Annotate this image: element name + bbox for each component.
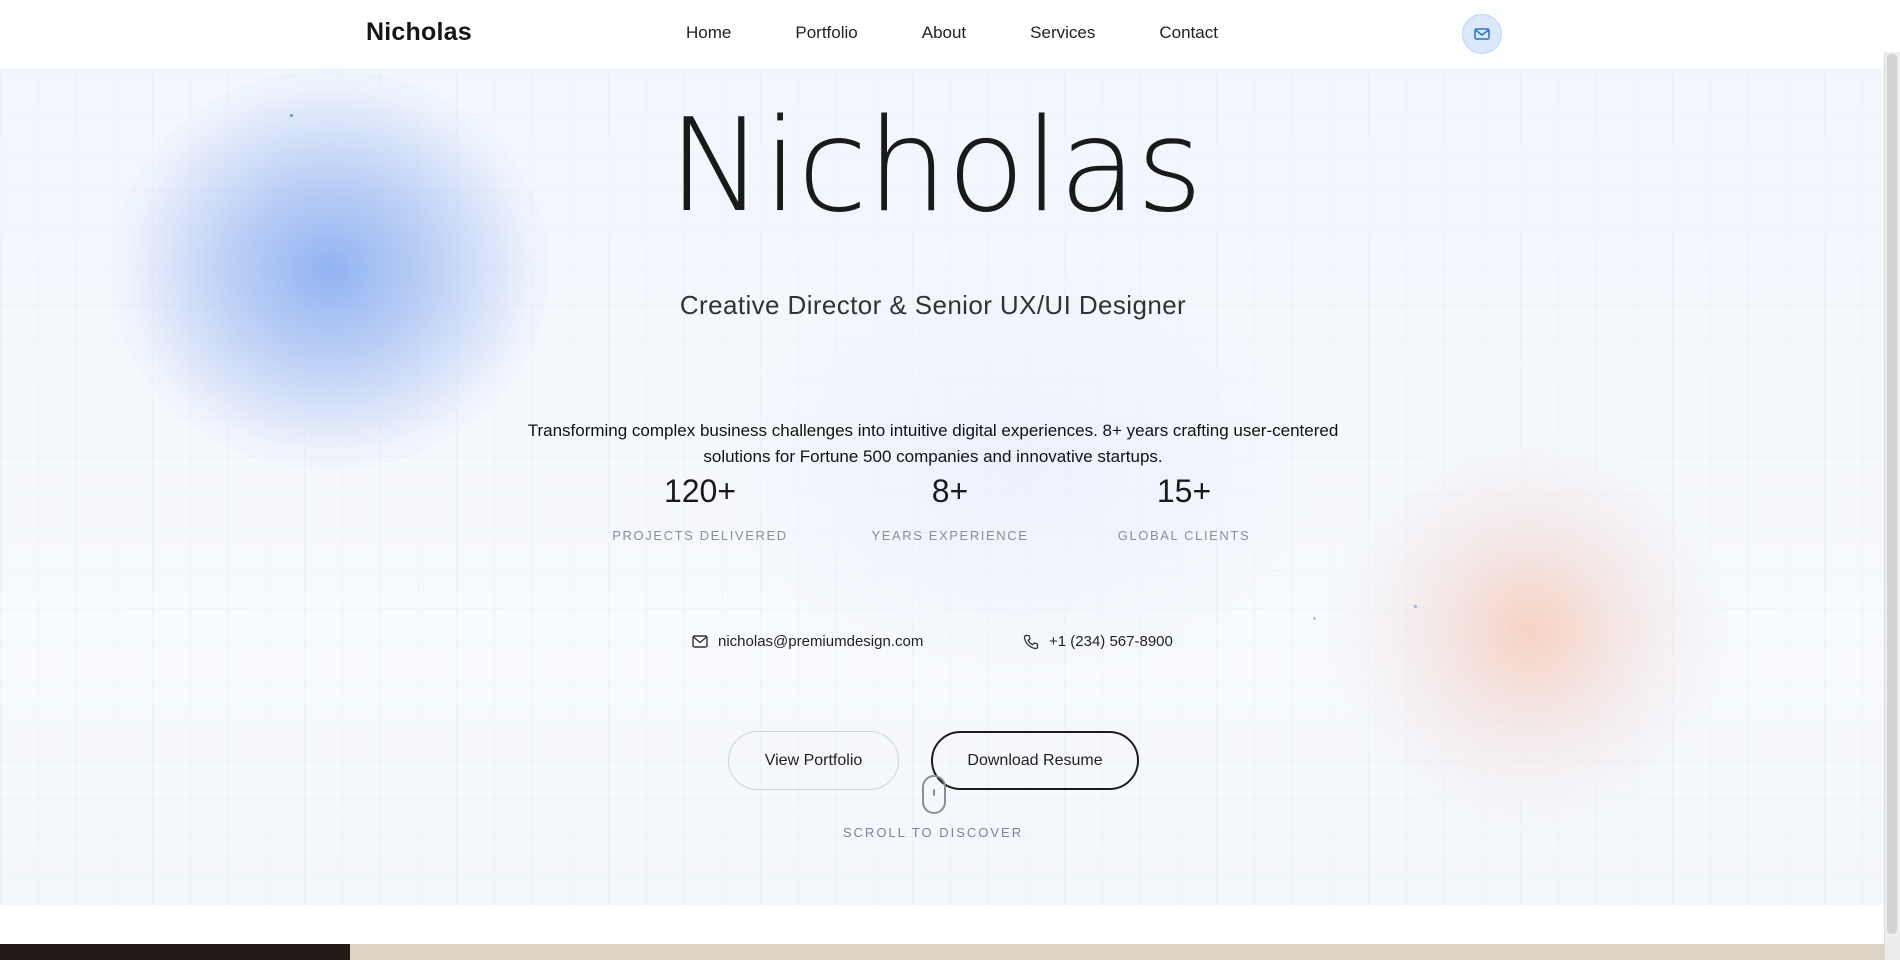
stat-value: 8+	[931, 473, 969, 509]
next-section-tan-band	[350, 944, 1884, 960]
scroll-hint: SCROLL TO DISCOVER	[842, 825, 1024, 840]
phone-text: +1 (234) 567-8900	[1049, 633, 1173, 650]
email-link[interactable]: nicholas@premiumdesign.com	[692, 633, 923, 650]
stat-value: 15+	[1156, 473, 1212, 509]
download-resume-button[interactable]: Download Resume	[931, 731, 1139, 790]
stat-projects: 120+ PROJECTS DELIVERED	[580, 473, 820, 543]
stat-label: GLOBAL CLIENTS	[1117, 528, 1251, 543]
stat-value: 120+	[663, 473, 737, 509]
nav-link-services[interactable]: Services	[1030, 23, 1095, 43]
hero-subtitle: Creative Director & Senior UX/UI Designe…	[679, 290, 1187, 320]
scrollbar-thumb[interactable]	[1887, 54, 1897, 934]
nav-link-about[interactable]: About	[922, 23, 966, 43]
top-navbar: Nicholas Home Portfolio About Services C…	[0, 0, 1900, 70]
view-portfolio-button[interactable]: View Portfolio	[728, 731, 899, 790]
stat-label: PROJECTS DELIVERED	[612, 528, 788, 543]
email-text: nicholas@premiumdesign.com	[718, 633, 924, 650]
mail-icon	[692, 635, 708, 648]
page-scrollbar[interactable]	[1884, 52, 1900, 960]
nav-link-portfolio[interactable]: Portfolio	[795, 23, 857, 43]
sparkle-dot	[1414, 605, 1417, 608]
nav-link-contact[interactable]: Contact	[1159, 23, 1218, 43]
mail-icon	[1474, 28, 1490, 40]
scroll-mouse-icon[interactable]	[922, 775, 946, 814]
next-section-dark-band	[0, 944, 350, 960]
nav-links: Home Portfolio About Services Contact	[686, 23, 1282, 43]
nav-link-home[interactable]: Home	[686, 23, 731, 43]
hero-name: Nicholas	[668, 92, 1203, 241]
sparkle-dot	[1313, 617, 1316, 620]
stat-clients: 15+ GLOBAL CLIENTS	[1064, 473, 1304, 543]
stat-label: YEARS EXPERIENCE	[871, 528, 1029, 543]
phone-link[interactable]: +1 (234) 567-8900	[1023, 633, 1173, 650]
stat-experience: 8+ YEARS EXPERIENCE	[830, 473, 1070, 543]
peach-gradient-blob	[1330, 430, 1730, 830]
hero-description: Transforming complex business challenges…	[527, 421, 1339, 466]
site-logo[interactable]: Nicholas	[366, 18, 472, 47]
nav-mail-button[interactable]	[1462, 14, 1502, 54]
phone-icon	[1023, 634, 1039, 649]
mouse-wheel	[933, 789, 935, 796]
center-glow	[720, 260, 1320, 680]
